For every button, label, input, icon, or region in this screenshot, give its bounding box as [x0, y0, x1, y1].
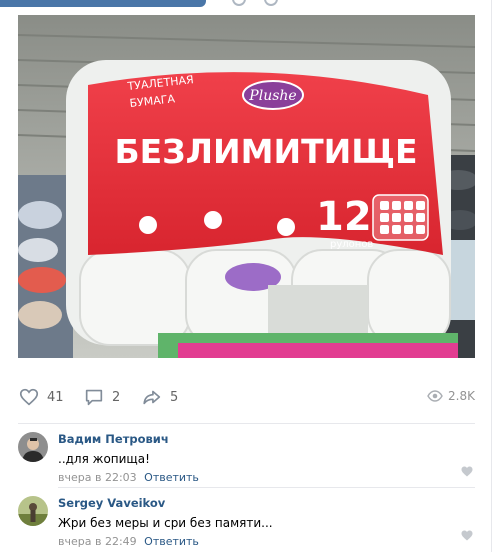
comment-meta: вчера в 22:49 Ответить [58, 535, 475, 549]
post-actions: 41 2 5 2.8K [18, 386, 475, 412]
avatar[interactable] [18, 432, 48, 462]
roll-count-unit: рулонов [330, 239, 373, 250]
like-button[interactable]: 41 [18, 386, 64, 408]
comment-meta: вчера в 22:03 Ответить [58, 471, 475, 485]
comment-item: Вадим Петрович ..для жопища! вчера в 22:… [18, 432, 475, 484]
comment-author[interactable]: Вадим Петрович [58, 432, 475, 446]
reply-link[interactable]: Ответить [144, 535, 199, 548]
comment-like-icon[interactable] [461, 530, 473, 541]
notification-icon[interactable] [232, 0, 246, 6]
views-counter: 2.8K [427, 389, 475, 403]
comment-author[interactable]: Sergey Vaveikov [58, 496, 475, 510]
music-icon[interactable] [264, 0, 278, 6]
share-button[interactable]: 5 [141, 386, 178, 408]
roll-count: 12 [316, 194, 372, 240]
actions-divider [18, 423, 475, 424]
user-avatar-image [18, 496, 48, 526]
post-card: Plushe ТУАЛЕТНАЯ БУМАГА БЕЗЛИМИТИЩЕ 12 р… [0, 0, 492, 552]
comment-count: 2 [112, 389, 121, 405]
brand-logo-text: Plushe [248, 88, 296, 104]
views-count: 2.8K [448, 389, 475, 403]
comment-text: Жри без меры и сри без памяти... [58, 516, 273, 530]
top-navigation-bar [0, 0, 206, 7]
like-count: 41 [47, 389, 64, 405]
avatar[interactable] [18, 496, 48, 526]
eye-icon [427, 390, 443, 402]
toilet-paper-photo: Plushe ТУАЛЕТНАЯ БУМАГА БЕЗЛИМИТИЩЕ 12 р… [18, 15, 475, 358]
package-headline: БЕЗЛИМИТИЩЕ [114, 132, 417, 171]
comment-text: ..для жопища! [58, 452, 150, 466]
comment-divider [58, 487, 475, 488]
user-avatar-image [18, 432, 48, 462]
reply-link[interactable]: Ответить [144, 471, 199, 484]
comment-icon [85, 389, 103, 406]
heart-icon [19, 388, 39, 406]
post-photo[interactable]: Plushe ТУАЛЕТНАЯ БУМАГА БЕЗЛИМИТИЩЕ 12 р… [18, 15, 475, 358]
comment-button[interactable]: 2 [83, 386, 120, 408]
comment-like-icon[interactable] [461, 466, 473, 477]
comment-time[interactable]: вчера в 22:49 [58, 535, 137, 548]
share-count: 5 [170, 389, 179, 405]
comment-time[interactable]: вчера в 22:03 [58, 471, 137, 484]
top-bar-icons [232, 0, 278, 6]
comment-item: Sergey Vaveikov Жри без меры и сри без п… [18, 496, 475, 548]
share-icon [143, 390, 161, 405]
